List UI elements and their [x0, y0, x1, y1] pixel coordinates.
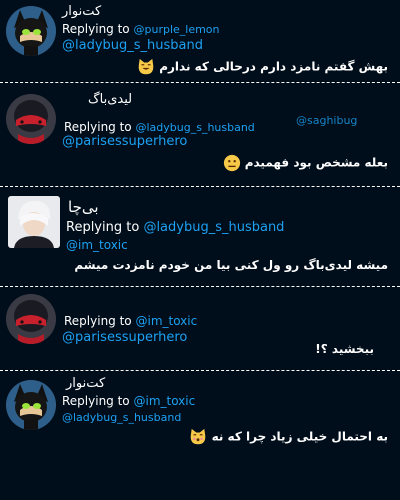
tweet-text-content: بهش گفتم نامزد دارم درحالی که ندارم: [159, 59, 388, 74]
tweet-text: بعله مشخص بود فهمیدم: [223, 154, 388, 172]
replying-to: Replying to @im_toxic: [62, 394, 195, 408]
mention-link[interactable]: @im_toxic: [66, 238, 128, 252]
mention-link[interactable]: @ladybug_s_husband: [62, 411, 181, 424]
cat-kiss-emoji: [189, 428, 207, 446]
tweet-text-content: ببخشید ؟!: [315, 342, 374, 356]
tweet-text: به احتمال خیلی زیاد چرا که نه: [189, 428, 388, 446]
mention-link[interactable]: @ladybug_s_husband: [143, 220, 284, 235]
tweet-text: میشه لیدی‌باگ رو ول کنی بیا من خودم نامز…: [74, 258, 388, 272]
display-name[interactable]: کت‌نوار: [62, 4, 101, 19]
watermark: @saghibug: [296, 114, 358, 127]
divider: [0, 370, 400, 371]
cat-grin-emoji: [137, 58, 155, 76]
tweet-text: ببخشید ؟!: [315, 342, 374, 356]
replying-to-secondary: @parisessuperhero: [62, 134, 187, 149]
mention-link[interactable]: @im_toxic: [135, 314, 197, 328]
tweet-3[interactable]: بی‌چا Replying to @ladybug_s_husband @im…: [0, 188, 400, 288]
replying-label: Replying to: [66, 220, 140, 235]
ladybug-avatar[interactable]: [6, 94, 56, 144]
chat-noir-avatar[interactable]: [6, 380, 56, 430]
tweet-5[interactable]: کت‌نوار Replying to @im_toxic @ladybug_s…: [0, 372, 400, 462]
ladybug-avatar[interactable]: [6, 294, 56, 344]
replying-label: Replying to: [62, 394, 130, 408]
replying-label: Replying to: [62, 22, 130, 36]
divider: [0, 186, 400, 187]
mention-link[interactable]: @parisessuperhero: [62, 330, 187, 345]
tweet-2[interactable]: لیدی‌باگ Replying to @ladybug_s_husband …: [0, 84, 400, 186]
tweet-text-content: بعله مشخص بود فهمیدم: [244, 155, 388, 170]
mention-link[interactable]: @im_toxic: [133, 394, 195, 408]
divider: [0, 82, 400, 83]
mention-link[interactable]: @ladybug_s_husband: [62, 38, 203, 53]
tweet-text-content: میشه لیدی‌باگ رو ول کنی بیا من خودم نامز…: [74, 258, 388, 272]
replying-label: Replying to: [64, 120, 132, 134]
mention-link[interactable]: @purple_lemon: [133, 23, 219, 36]
white-hair-boy-avatar[interactable]: [8, 196, 60, 248]
replying-to-secondary: @parisessuperhero: [62, 330, 187, 345]
tweet-text: بهش گفتم نامزد دارم درحالی که ندارم: [137, 58, 388, 76]
replying-to: Replying to @ladybug_s_husband: [64, 120, 255, 134]
display-name[interactable]: لیدی‌باگ: [88, 92, 132, 107]
replying-to: Replying to @im_toxic: [64, 314, 197, 328]
tweet-text-content: به احتمال خیلی زیاد چرا که نه: [211, 429, 388, 444]
replying-label: Replying to: [64, 314, 132, 328]
tweet-1[interactable]: کت‌نوار Replying to @purple_lemon @ladyb…: [0, 0, 400, 82]
replying-to-secondary: @ladybug_s_husband: [62, 410, 181, 424]
display-name[interactable]: کت‌نوار: [66, 376, 105, 391]
replying-to: Replying to @ladybug_s_husband: [66, 220, 284, 235]
replying-to: Replying to @purple_lemon: [62, 22, 220, 36]
display-name[interactable]: بی‌چا: [68, 198, 99, 216]
neutral-face-emoji: [223, 154, 241, 172]
mention-link[interactable]: @ladybug_s_husband: [135, 121, 254, 134]
divider: [0, 286, 400, 287]
chat-noir-avatar[interactable]: [6, 6, 56, 56]
replying-to-secondary: @im_toxic: [66, 238, 128, 252]
mention-link[interactable]: @parisessuperhero: [62, 134, 187, 149]
tweet-4[interactable]: Replying to @im_toxic @parisessuperhero …: [0, 290, 400, 370]
replying-to-secondary: @ladybug_s_husband: [62, 38, 203, 53]
